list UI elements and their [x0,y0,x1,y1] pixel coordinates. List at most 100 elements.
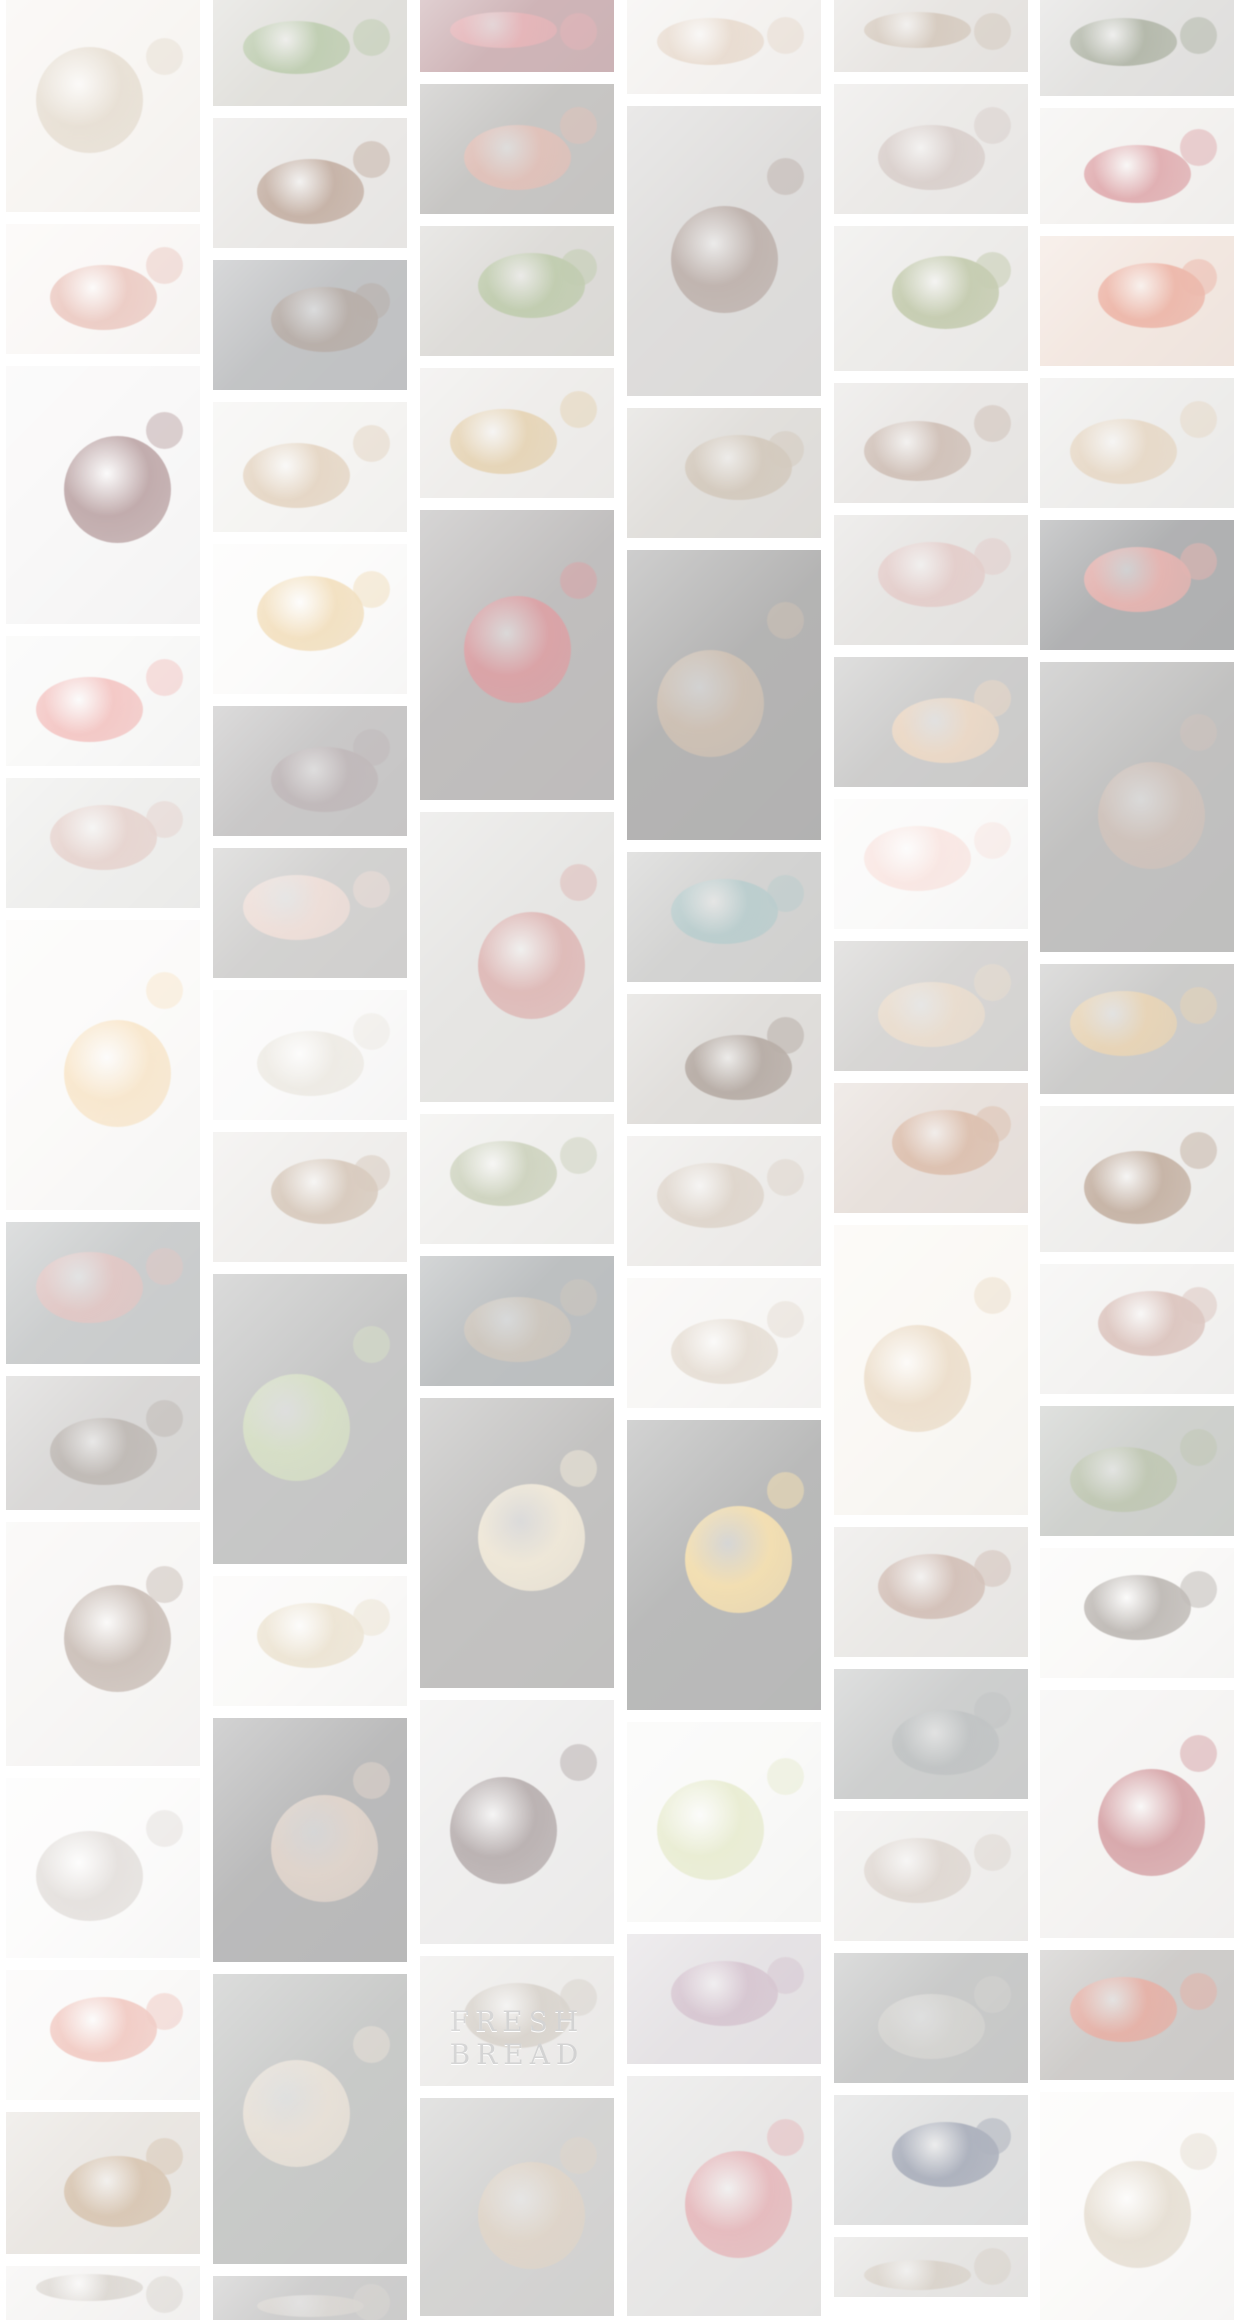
photo-shading [627,550,821,840]
steak-plate-photo[interactable] [627,106,821,396]
fries-plate-photo[interactable] [420,368,614,498]
braised-meat-pot-photo[interactable] [213,260,407,390]
dinner-table-photo[interactable] [834,84,1028,214]
photo-shading [627,1420,821,1710]
puff-pastry-photo[interactable] [834,941,1028,1071]
drink-and-sandwich-photo[interactable] [627,994,821,1124]
cookies-and-bowls-photo[interactable] [6,1522,200,1766]
rolls-tray-photo[interactable] [1040,378,1234,508]
pulled-pork-burger-photo[interactable] [6,366,200,624]
green-cake-photo[interactable] [213,1274,407,1564]
photo-shading [834,1083,1028,1213]
teal-bowl-photo[interactable] [627,852,821,982]
photo-shading [1040,236,1234,366]
dark-table-photo[interactable] [420,1256,614,1386]
pasta-white-plate-photo[interactable] [420,1114,614,1244]
bread-loaf-photo[interactable] [213,1718,407,1962]
herb-pizza-photo[interactable] [834,1527,1028,1657]
porridge-bowl-photo[interactable] [213,990,407,1120]
pizza-board-photo[interactable] [420,84,614,214]
blueberries-photo[interactable] [834,2095,1028,2225]
berry-salad-photo[interactable] [1040,108,1234,224]
honey-jar-photo[interactable] [627,1420,821,1710]
olives-bowl-photo[interactable] [834,226,1028,371]
sandwich-photo[interactable] [1040,0,1234,96]
bell-peppers-photo[interactable] [1040,1950,1234,2080]
sliders-photo[interactable] [1040,1106,1234,1252]
salad-with-fruit-photo[interactable] [6,224,200,354]
red-apples-photo[interactable] [420,510,614,800]
dark-fruits-photo[interactable] [1040,662,1234,952]
donut-tray-photo[interactable] [213,848,407,978]
nuts-in-bowls-photo[interactable] [213,1132,407,1262]
kitchen-counter-photo[interactable] [834,1811,1028,1941]
plated-fish-photo[interactable] [6,1970,200,2100]
photo-shading [834,2095,1028,2225]
crepes-photo[interactable] [627,1136,821,1266]
street-view-photo[interactable] [834,1669,1028,1799]
photo-shading [6,366,200,624]
photo-shading [6,1376,200,1510]
bread-basket-dark-photo[interactable] [1040,964,1234,1094]
pancakes-plate-photo[interactable] [6,0,200,212]
photo-shading [834,1225,1028,1515]
dark-counter-photo[interactable] [834,1953,1028,2083]
burger-photo[interactable] [213,118,407,248]
pear-leaves-photo[interactable] [1040,1406,1234,1536]
tart-photo[interactable] [834,0,1028,72]
green-peas-photo[interactable] [213,0,407,106]
photo-shading [834,1811,1028,1941]
cheese-board-photo[interactable] [834,515,1028,645]
market-stall-photo[interactable] [6,1376,200,1510]
pasta-pan-photo[interactable] [213,1974,407,2264]
colorful-macarons-photo[interactable] [834,799,1028,929]
pumpkins-photo[interactable] [6,2112,200,2254]
cream-bowl-photo[interactable] [420,1398,614,1688]
mushrooms-photo[interactable] [627,1278,821,1408]
dark-burger-photo[interactable] [213,706,407,836]
restaurant-interior-photo[interactable] [834,383,1028,503]
dark-bread-photo[interactable] [627,550,821,840]
pastries-tray-photo[interactable] [420,2098,614,2316]
bottom-tile-col2[interactable] [213,2276,407,2320]
hazelnuts-photo[interactable] [834,1083,1028,1213]
berries-photo[interactable] [420,0,614,72]
skewers-photo[interactable] [1040,1548,1234,1678]
bottom-tile-col1[interactable] [6,2266,200,2320]
photo-shading [834,657,1028,787]
photo-shading [420,510,614,800]
macarons-bowl-photo[interactable] [6,778,200,908]
strawberry-dessert-photo[interactable] [627,2076,821,2316]
ladle-soup-photo[interactable] [834,1225,1028,1515]
chocolates-box-photo[interactable] [420,1700,614,1944]
almonds-bowl-photo[interactable] [627,0,821,94]
pastry-white-photo[interactable] [1040,2092,1234,2320]
photo-shading [420,1700,614,1944]
photo-shading [1040,378,1234,508]
photo-shading [1040,1264,1234,1394]
tomato-pasta-photo[interactable] [1040,236,1234,366]
soup-bowl-photo[interactable] [6,920,200,1210]
pizza-slice-photo[interactable] [834,657,1028,787]
bread-basket-photo[interactable] [627,408,821,538]
flowers-on-table-photo[interactable] [6,636,200,766]
small-dessert-photo[interactable] [6,1778,200,1958]
photo-shading [834,1527,1028,1657]
picnic-basket-photo[interactable] [420,812,614,1102]
photo-shading [213,1274,407,1564]
cheese-and-bread-photo[interactable] [213,402,407,532]
pomegranate-photo[interactable] [1040,1690,1234,1938]
heart-dessert-photo[interactable] [1040,1264,1234,1394]
dark-dessert-photo[interactable] [1040,520,1234,650]
layered-cake-photo[interactable] [6,1222,200,1364]
plums-photo[interactable] [627,1934,821,2064]
photo-shading [420,1256,614,1386]
fresh-bread-sign-photo[interactable]: FRESH BREAD [420,1956,614,2086]
bottom-tile-col5[interactable] [834,2237,1028,2297]
flower-plates-photo[interactable] [213,544,407,694]
photo-shading [6,0,200,212]
photo-shading [627,1278,821,1408]
lemon-slices-photo[interactable] [627,1722,821,1922]
hummus-bowl-photo[interactable] [213,1576,407,1706]
salmon-plate-photo[interactable] [420,226,614,356]
